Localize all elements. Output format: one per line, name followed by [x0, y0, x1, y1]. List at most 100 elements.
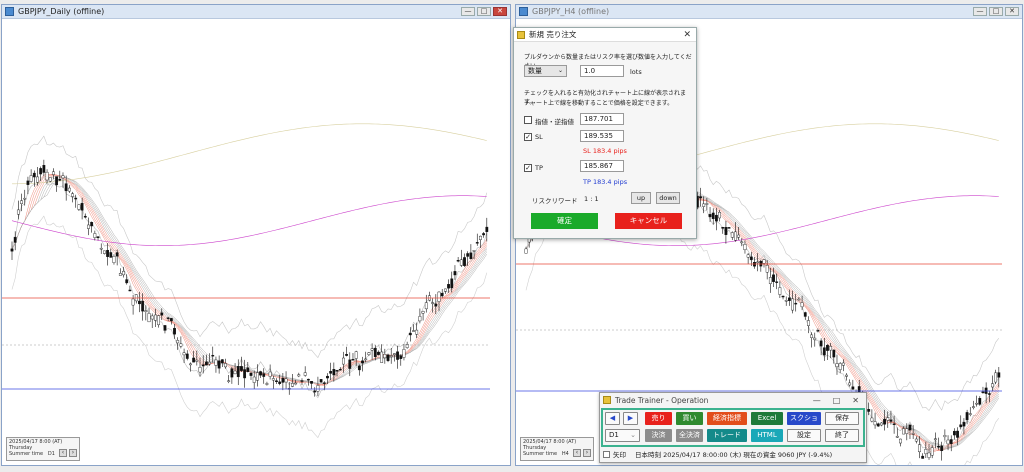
tp-price-input[interactable]: 185.867: [580, 160, 624, 172]
tp-pips-text: TP 183.4 pips: [583, 178, 628, 186]
limit-price-input[interactable]: 187.701: [580, 113, 624, 125]
candle-body: [36, 176, 39, 183]
period-select[interactable]: D1 ⌄: [605, 429, 640, 442]
candle-body: [109, 252, 113, 258]
candle-body: [208, 361, 211, 365]
left-chart-canvas[interactable]: 2025/04/17 8:00 (AT) Thursday Summer tim…: [2, 20, 510, 465]
sl-price-input[interactable]: 189.535: [580, 130, 624, 142]
next-bar-button[interactable]: ▶: [623, 412, 638, 425]
candle-body: [118, 272, 122, 276]
candle-body: [880, 422, 883, 426]
minimize-button[interactable]: —: [813, 396, 821, 405]
candle-body: [77, 204, 81, 210]
up-button[interactable]: up: [631, 192, 651, 204]
candle-body: [800, 302, 804, 308]
candle-body: [810, 334, 813, 338]
candle-body: [236, 366, 240, 378]
left-price-chart[interactable]: [2, 20, 510, 465]
settle-all-button[interactable]: 全決済: [676, 429, 703, 442]
candle-body: [396, 351, 399, 360]
close-button[interactable]: ✕: [1005, 7, 1019, 16]
close-button[interactable]: ✕: [493, 7, 507, 16]
candle-body: [450, 278, 454, 289]
candle-body: [965, 412, 969, 421]
left-titlebar: GBPJPY_Daily (offline) — □ ✕: [2, 5, 510, 19]
trade-button[interactable]: トレード: [707, 429, 747, 442]
candle-body: [775, 281, 779, 283]
sl-checkbox[interactable]: ✓: [524, 133, 532, 141]
economic-indicator-button[interactable]: 経済指標: [707, 412, 747, 425]
candle-body: [297, 374, 301, 377]
right-info-box: 2025/04/17 8:00 (AT) Thursday Summer tim…: [520, 437, 594, 461]
html-button[interactable]: HTML: [751, 429, 783, 442]
candle-body: [329, 371, 333, 374]
maximize-button[interactable]: □: [477, 7, 491, 16]
candle-body: [787, 297, 791, 301]
quantity-type-select[interactable]: 数量 ⌄: [524, 65, 567, 77]
candle-body: [201, 364, 205, 367]
candle-body: [131, 298, 135, 306]
limit-checkbox[interactable]: [524, 116, 532, 124]
candle-body: [271, 378, 275, 381]
candle-body: [807, 320, 810, 326]
screenshot-button[interactable]: スクショ: [787, 412, 821, 425]
info-prev-icon[interactable]: ‹: [573, 449, 581, 457]
candle-body: [937, 445, 940, 448]
tp-checkbox[interactable]: ✓: [524, 164, 532, 172]
candle-body: [832, 349, 836, 358]
minimize-button[interactable]: —: [461, 7, 475, 16]
candle-body: [956, 430, 959, 438]
candle-body: [13, 236, 17, 243]
info-next-icon[interactable]: ›: [69, 449, 77, 457]
candle-body: [326, 375, 329, 379]
arrow-checkbox[interactable]: [603, 450, 610, 458]
candle-body: [163, 325, 167, 331]
candle-body: [367, 352, 371, 355]
confirm-button[interactable]: 確定: [531, 213, 598, 229]
candle-body: [479, 235, 482, 240]
maximize-button[interactable]: □: [833, 396, 841, 405]
close-button[interactable]: ✕: [852, 396, 859, 405]
settle-button[interactable]: 決済: [645, 429, 672, 442]
candle-body: [803, 312, 807, 317]
candle-body: [978, 398, 982, 405]
save-button[interactable]: 保存: [825, 412, 859, 425]
candle-body: [150, 315, 154, 320]
candle-body: [892, 423, 896, 425]
candle-body: [240, 366, 243, 371]
cancel-button[interactable]: キャンセル: [615, 213, 682, 229]
excel-button[interactable]: Excel: [751, 412, 783, 425]
candle-body: [157, 315, 160, 326]
buy-button[interactable]: 買い: [676, 412, 703, 425]
down-button[interactable]: down: [656, 192, 680, 204]
info-next-icon[interactable]: ›: [583, 449, 591, 457]
candle-body: [122, 271, 125, 276]
candle-body: [749, 256, 753, 261]
candle-body: [160, 312, 164, 316]
candle-body: [702, 203, 706, 207]
candle-body: [313, 390, 317, 393]
candle-body: [138, 300, 141, 305]
sell-button[interactable]: 売り: [645, 412, 672, 425]
candle-body: [393, 353, 396, 355]
candle-body: [153, 314, 157, 321]
prev-bar-button[interactable]: ◀: [605, 412, 620, 425]
quit-button[interactable]: 終了: [825, 429, 859, 442]
risk-reward-label: リスクリワード: [532, 197, 578, 205]
chevron-down-icon: ⌄: [557, 67, 563, 74]
candle-body: [870, 417, 874, 422]
settings-button[interactable]: 設定: [787, 429, 821, 442]
maximize-button[interactable]: □: [989, 7, 1003, 16]
minimize-button[interactable]: —: [973, 7, 987, 16]
candle-body: [93, 233, 97, 238]
operation-status-bar: 矢印 日本時刻 2025/04/17 8:00:00 (木) 現在の資金 906…: [603, 449, 832, 459]
candle-body: [125, 279, 129, 284]
candle-body: [335, 370, 339, 372]
candle-body: [424, 302, 428, 310]
info-prev-icon[interactable]: ‹: [59, 449, 67, 457]
dialog-close-icon[interactable]: ✕: [683, 30, 691, 40]
candle-body: [259, 371, 262, 376]
quantity-input[interactable]: 1.0: [580, 65, 624, 77]
candle-body: [408, 332, 412, 336]
candle-body: [895, 435, 899, 438]
